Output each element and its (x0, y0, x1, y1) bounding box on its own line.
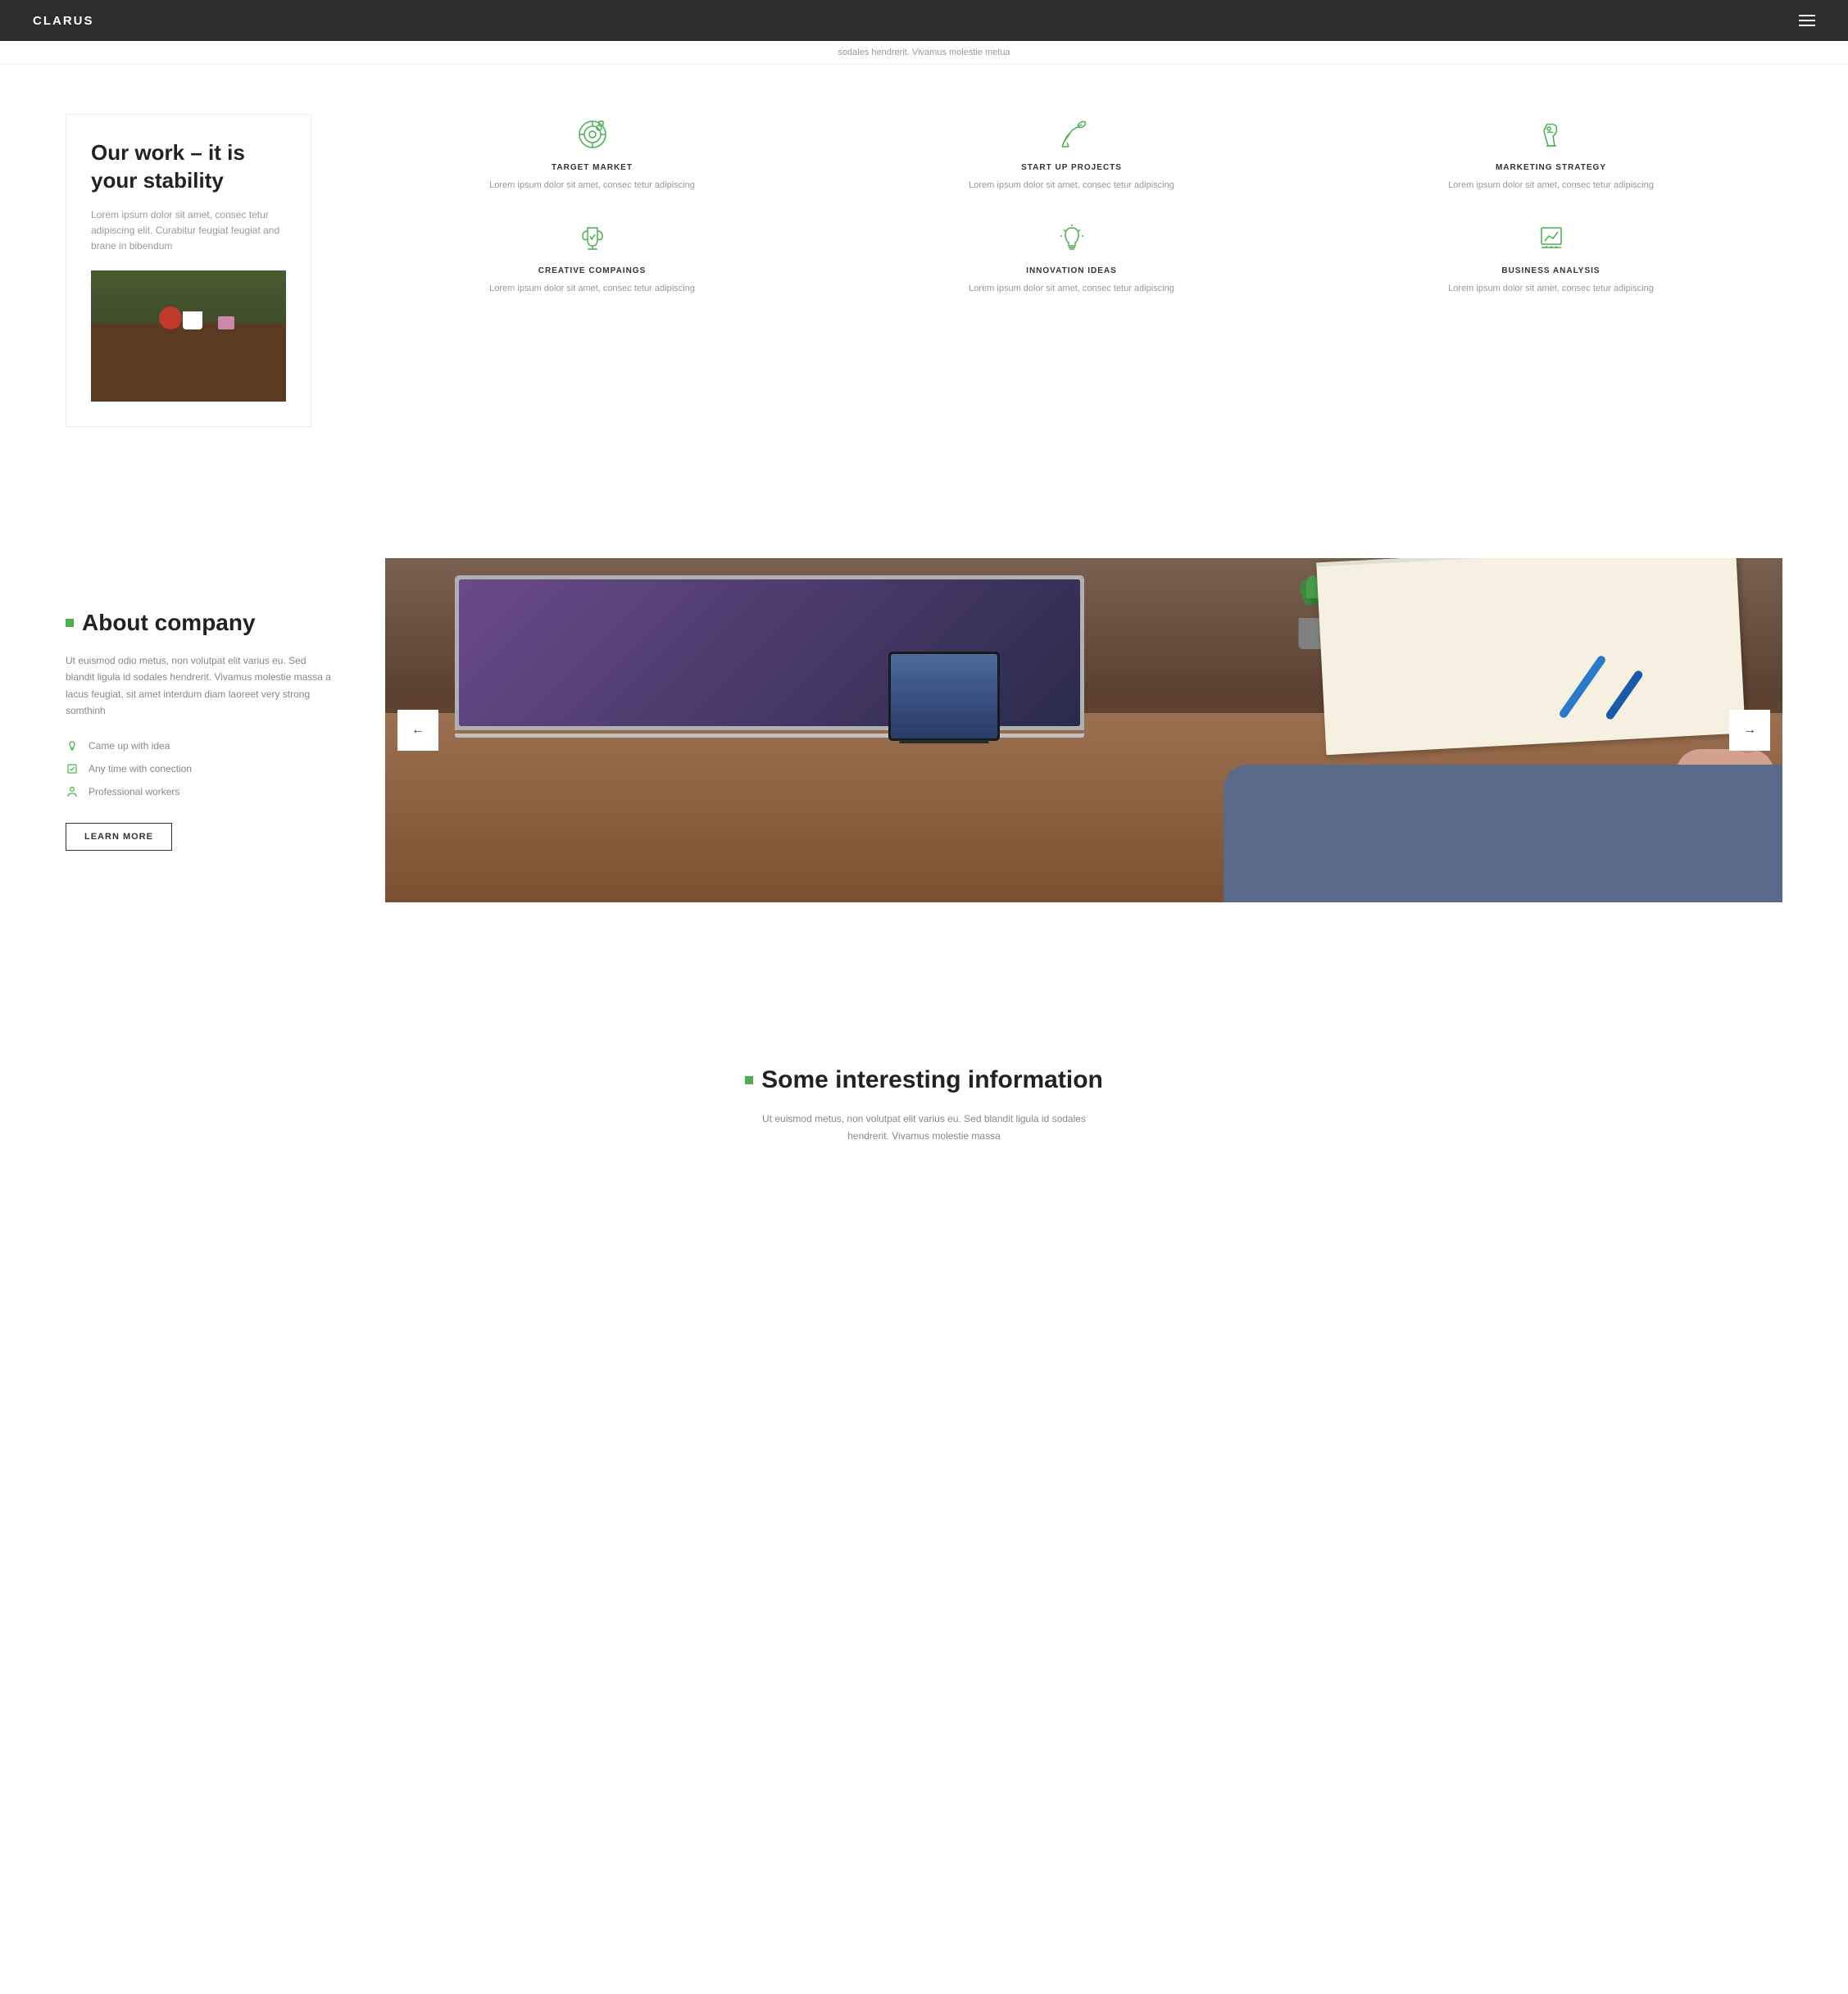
chess-knight-icon (1531, 114, 1572, 155)
our-work-image (91, 270, 286, 402)
telescope-icon (1051, 114, 1092, 155)
our-work-description: Lorem ipsum dolor sit amet, consec tetur… (91, 207, 286, 255)
our-work-section: Our work – it is your stability Lorem ip… (0, 65, 1848, 476)
brand-logo: CLARUS (33, 14, 94, 28)
list-item-connection: Any time with conection (66, 762, 336, 775)
about-feature-list: Came up with idea Any time with conectio… (66, 739, 336, 798)
feature-target-market: TARGET MARKET Lorem ipsum dolor sit amet… (361, 114, 824, 193)
info-accent-square (745, 1076, 753, 1084)
hamburger-menu-icon[interactable] (1799, 15, 1815, 26)
feature-innovation: INNOVATION IDEAS Lorem ipsum dolor sit a… (840, 217, 1303, 296)
feature-marketing: MARKETING STRATEGY Lorem ipsum dolor sit… (1319, 114, 1782, 193)
desk-scene-image (385, 558, 1782, 902)
lightbulb-list-icon (66, 739, 79, 752)
notebook (1317, 558, 1746, 755)
info-heading: Some interesting information (66, 1066, 1782, 1094)
startup-desc: Lorem ipsum dolor sit amet, consec tetur… (840, 179, 1303, 193)
trophy-icon (572, 217, 613, 258)
list-item-idea-text: Came up with idea (89, 740, 170, 752)
interesting-info-section: Some interesting information Ut euismod … (0, 1017, 1848, 1210)
feature-creative: CREATIVE COMPAINGS Lorem ipsum dolor sit… (361, 217, 824, 296)
arm-sleeve (1224, 765, 1782, 902)
list-item-idea: Came up with idea (66, 739, 336, 752)
carousel-left-arrow[interactable]: ← (397, 710, 438, 751)
lightbulb-icon (1051, 217, 1092, 258)
checkbox-list-icon (66, 762, 79, 775)
about-carousel: ← → (385, 558, 1782, 902)
coffee-table (91, 323, 286, 402)
feature-startup: START UP PROJECTS Lorem ipsum dolor sit … (840, 114, 1303, 193)
our-work-left-panel: Our work – it is your stability Lorem ip… (66, 114, 311, 427)
marquee-text: sodales hendrerit. Vivamus molestie metu… (838, 48, 1010, 57)
marketing-desc: Lorem ipsum dolor sit amet, consec tetur… (1319, 179, 1782, 193)
carousel-right-arrow[interactable]: → (1729, 710, 1770, 751)
about-heading: About company (66, 610, 336, 636)
target-market-title: TARGET MARKET (361, 163, 824, 172)
innovation-title: INNOVATION IDEAS (840, 266, 1303, 275)
startup-title: START UP PROJECTS (840, 163, 1303, 172)
chart-icon (1531, 217, 1572, 258)
feature-business: BUSINESS ANALYSIS Lorem ipsum dolor sit … (1319, 217, 1782, 296)
about-description: Ut euismod odio metus, non volutpat elit… (66, 652, 336, 720)
about-section: About company Ut euismod odio metus, non… (0, 509, 1848, 952)
coffee-scene (91, 270, 286, 402)
business-title: BUSINESS ANALYSIS (1319, 266, 1782, 275)
marketing-title: MARKETING STRATEGY (1319, 163, 1782, 172)
our-work-features-grid: TARGET MARKET Lorem ipsum dolor sit amet… (361, 114, 1782, 295)
person-list-icon (66, 785, 79, 798)
phone (888, 652, 1000, 741)
navbar: CLARUS (0, 0, 1848, 41)
accent-square (66, 619, 74, 627)
business-desc: Lorem ipsum dolor sit amet, consec tetur… (1319, 282, 1782, 296)
learn-more-button[interactable]: LEARN MORE (66, 823, 172, 851)
innovation-desc: Lorem ipsum dolor sit amet, consec tetur… (840, 282, 1303, 296)
info-description: Ut euismod metus, non volutpat elit vari… (761, 1111, 1088, 1144)
creative-title: CREATIVE COMPAINGS (361, 266, 824, 275)
list-item-workers-text: Professional workers (89, 786, 179, 797)
target-icon (572, 114, 613, 155)
list-item-workers: Professional workers (66, 785, 336, 798)
our-work-heading: Our work – it is your stability (91, 139, 286, 195)
list-item-connection-text: Any time with conection (89, 763, 192, 774)
marquee-bar: sodales hendrerit. Vivamus molestie metu… (0, 41, 1848, 65)
about-left-panel: About company Ut euismod odio metus, non… (66, 610, 336, 852)
creative-desc: Lorem ipsum dolor sit amet, consec tetur… (361, 282, 824, 296)
target-market-desc: Lorem ipsum dolor sit amet, consec tetur… (361, 179, 824, 193)
